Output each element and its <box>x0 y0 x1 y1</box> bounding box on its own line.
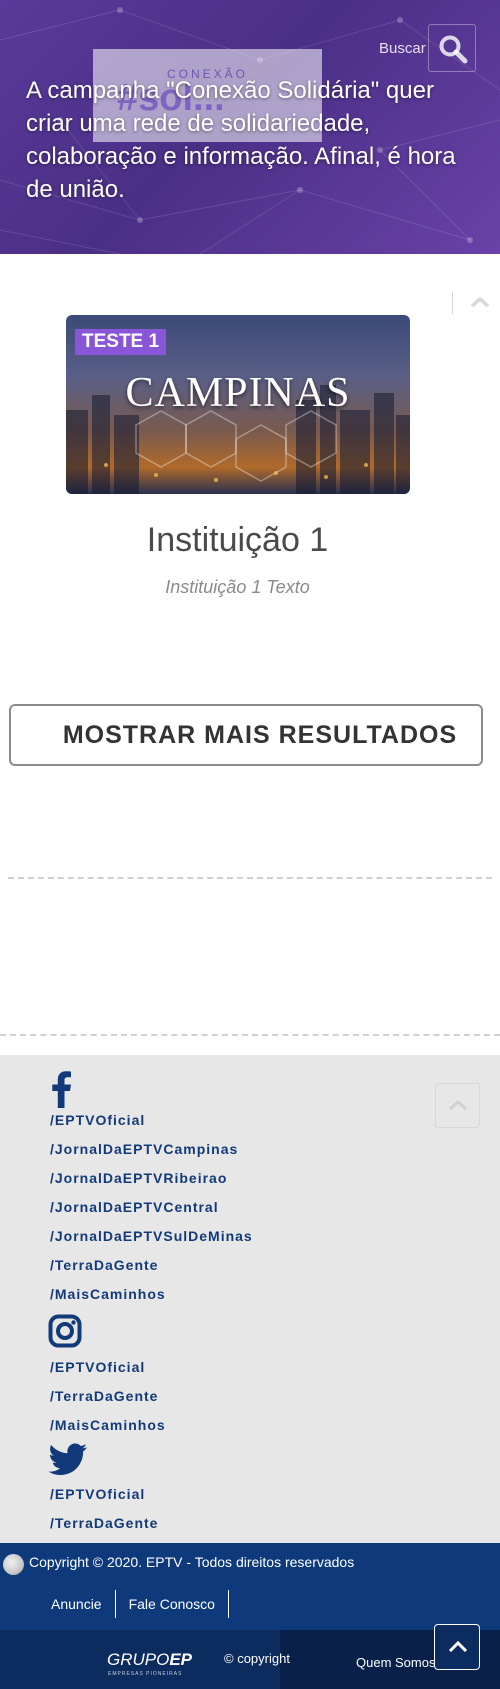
side-divider <box>452 292 453 314</box>
hero-banner: CONEXÃO #sol... Buscar A campanha "Conex… <box>0 0 500 254</box>
nav-link-anuncie[interactable]: Anuncie <box>38 1590 116 1618</box>
copyright-link[interactable]: © copyright <box>224 1651 290 1666</box>
instagram-link[interactable]: /EPTVOficial <box>50 1359 145 1375</box>
facebook-link[interactable]: /JornalDaEPTVSulDeMinas <box>50 1228 253 1244</box>
bottom-bar: GRUPOEP EMPRESAS PIONEIRAS © copyright Q… <box>0 1630 500 1689</box>
facebook-link[interactable]: /JornalDaEPTVCentral <box>50 1199 219 1215</box>
chevron-up-icon[interactable] <box>470 296 490 308</box>
divider <box>8 877 492 879</box>
back-to-top-button[interactable] <box>434 1624 480 1670</box>
instagram-link[interactable]: /TerraDaGente <box>50 1388 158 1404</box>
search-label[interactable]: Buscar <box>379 40 426 57</box>
facebook-link[interactable]: /TerraDaGente <box>50 1257 158 1273</box>
twitter-link[interactable]: /EPTVOficial <box>50 1486 145 1502</box>
instagram-link[interactable]: /MaisCaminhos <box>50 1417 166 1433</box>
divider <box>0 1034 500 1036</box>
facebook-link[interactable]: /JornalDaEPTVRibeirao <box>50 1170 227 1186</box>
grupo-ep-tagline: EMPRESAS PIONEIRAS <box>108 1671 183 1677</box>
search-icon <box>439 35 468 64</box>
search-button[interactable] <box>428 24 476 72</box>
chevron-up-icon <box>449 1100 467 1111</box>
card-city-label: CAMPINAS <box>125 370 351 416</box>
facebook-link[interactable]: /MaisCaminhos <box>50 1286 166 1302</box>
copyright-text: Copyright © 2020. EPTV - Todos direitos … <box>29 1554 355 1570</box>
copyright-bar: Copyright © 2020. EPTV - Todos direitos … <box>0 1543 500 1630</box>
nav-link-fale-conosco[interactable]: Fale Conosco <box>116 1590 229 1618</box>
show-more-button[interactable]: MOSTRAR MAIS RESULTADOS <box>9 704 483 766</box>
social-footer: /EPTVOficial /JornalDaEPTVCampinas /Jorn… <box>0 1055 500 1543</box>
card-badge: TESTE 1 <box>75 329 167 355</box>
card-title[interactable]: Instituição 1 <box>0 521 475 560</box>
institution-card-image[interactable]: TESTE 1 CAMPINAS <box>66 315 410 494</box>
grupo-ep-logo[interactable]: GRUPOEP <box>107 1650 192 1670</box>
footer-nav: Anuncie Fale Conosco <box>38 1590 229 1618</box>
quem-somos-link[interactable]: Quem Somos <box>356 1655 435 1670</box>
eptv-logo-icon <box>3 1554 24 1575</box>
back-to-top-ghost-button[interactable] <box>435 1083 480 1128</box>
grupo-text: GRUPO <box>107 1650 170 1669</box>
facebook-link[interactable]: /JornalDaEPTVCampinas <box>50 1141 238 1157</box>
chevron-up-icon <box>448 1640 468 1653</box>
card-subtitle: Instituição 1 Texto <box>165 577 310 597</box>
facebook-link[interactable]: /EPTVOficial <box>50 1112 145 1128</box>
instagram-icon[interactable] <box>48 1314 82 1348</box>
facebook-icon[interactable] <box>48 1070 74 1108</box>
hero-description: A campanha "Conexão Solidária" quer cria… <box>26 77 456 203</box>
ep-text: EP <box>169 1650 193 1669</box>
twitter-link[interactable]: /TerraDaGente <box>50 1515 158 1531</box>
twitter-icon[interactable] <box>48 1443 88 1475</box>
